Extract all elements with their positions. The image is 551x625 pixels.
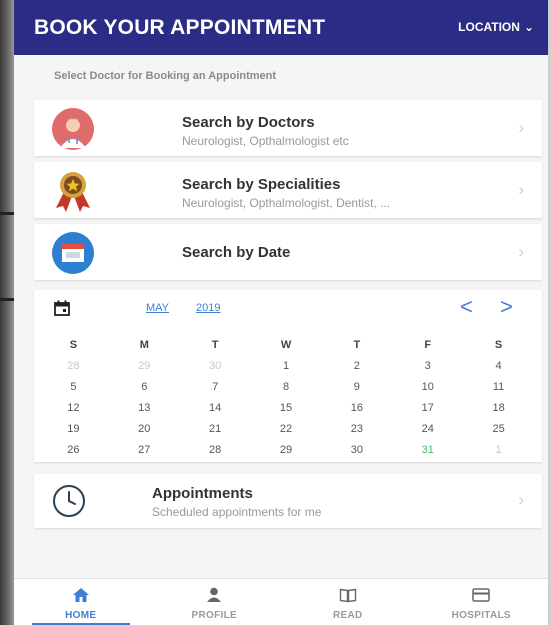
- clock-icon: [53, 485, 85, 517]
- profile-icon: [207, 587, 222, 602]
- calendar-day[interactable]: 29: [251, 444, 322, 456]
- menu-item-title: Search by Date: [182, 244, 291, 261]
- home-icon: [72, 588, 89, 602]
- calendar-day[interactable]: 4: [463, 360, 534, 372]
- bottom-navigation: HOME PROFILE READ HOSPITALS: [14, 578, 548, 625]
- calendar-day[interactable]: 16: [321, 402, 392, 414]
- nav-read[interactable]: READ: [281, 579, 415, 625]
- prev-month-button[interactable]: <: [460, 294, 473, 320]
- appointments-subtitle: Scheduled appointments for me: [152, 505, 322, 519]
- calendar-week-row: 28 29 30 1 2 3 4: [38, 355, 534, 376]
- menu-item-title: Search by Specialities: [182, 176, 341, 193]
- calendar-weekday: S: [69, 338, 78, 351]
- location-label: LOCATION: [458, 20, 520, 34]
- calendar-day[interactable]: 15: [251, 402, 322, 414]
- calendar-day[interactable]: 28: [38, 360, 109, 372]
- doctor-icon: [52, 108, 94, 150]
- search-by-date-item[interactable]: Search by Date ›: [34, 224, 542, 280]
- calendar-day[interactable]: 20: [109, 423, 180, 435]
- calendar-day[interactable]: 8: [251, 381, 322, 393]
- calendar-day[interactable]: 23: [321, 423, 392, 435]
- calendar-day[interactable]: 6: [109, 381, 180, 393]
- nav-hospitals[interactable]: HOSPITALS: [415, 579, 549, 625]
- calendar-day[interactable]: 1: [463, 444, 534, 456]
- calendar-day[interactable]: 3: [392, 360, 463, 372]
- calendar-weekday: S: [494, 338, 503, 351]
- calendar-weekday: M: [139, 338, 149, 351]
- menu-item-title: Search by Doctors: [182, 114, 315, 131]
- book-icon: [339, 588, 356, 603]
- calendar-day[interactable]: 21: [180, 423, 251, 435]
- phone-screen: BOOK YOUR APPOINTMENT LOCATION ⌄ Select …: [14, 0, 548, 625]
- calendar-weekday: F: [424, 338, 432, 351]
- nav-label: READ: [332, 610, 363, 621]
- page-title: BOOK YOUR APPOINTMENT: [34, 16, 326, 39]
- calendar-day[interactable]: 30: [321, 444, 392, 456]
- calendar-day[interactable]: 18: [463, 402, 534, 414]
- nav-profile[interactable]: PROFILE: [148, 579, 282, 625]
- calendar-day[interactable]: 12: [38, 402, 109, 414]
- location-dropdown[interactable]: LOCATION ⌄: [458, 20, 534, 34]
- chevron-right-icon: ›: [518, 490, 524, 509]
- calendar-day[interactable]: 24: [392, 423, 463, 435]
- calendar-weekday: T: [353, 338, 361, 351]
- calendar-day[interactable]: 7: [180, 381, 251, 393]
- calendar-weekday: W: [280, 338, 292, 351]
- calendar-month[interactable]: MAY: [146, 302, 169, 314]
- device-frame-left: [0, 0, 14, 625]
- app-bar: BOOK YOUR APPOINTMENT LOCATION ⌄: [14, 0, 548, 55]
- calendar-day[interactable]: 5: [38, 381, 109, 393]
- chevron-right-icon: ›: [518, 242, 524, 261]
- award-ribbon-icon: [56, 172, 90, 212]
- calendar-weekday-row: SMTWTFS: [38, 334, 534, 355]
- menu-item-subtitle: Neurologist, Opthalmologist etc: [182, 134, 349, 148]
- calendar-weekday: T: [211, 338, 219, 351]
- calendar-day[interactable]: 27: [109, 444, 180, 456]
- calendar-day[interactable]: 13: [109, 402, 180, 414]
- calendar-day[interactable]: 28: [180, 444, 251, 456]
- calendar-day[interactable]: 11: [463, 381, 534, 393]
- calendar-week-row: 12 13 14 15 16 17 18: [38, 397, 534, 418]
- appointments-title: Appointments: [152, 485, 253, 502]
- calendar-day[interactable]: 22: [251, 423, 322, 435]
- appointments-item[interactable]: Appointments Scheduled appointments for …: [34, 474, 542, 528]
- calendar-week-row: 26 27 28 29 30 31 1: [38, 439, 534, 460]
- nav-label: PROFILE: [191, 610, 237, 621]
- calendar-grid: S M T W T F S 28 29 30 1 2 3 4 5 6 7 8 9 10 11 12 13 14 15 16 17 18…: [38, 334, 534, 460]
- nav-home[interactable]: HOME: [14, 579, 148, 625]
- calendar-year[interactable]: 2019: [196, 302, 220, 314]
- search-by-doctors-item[interactable]: Search by Doctors Neurologist, Opthalmol…: [34, 100, 542, 156]
- calendar-day[interactable]: 9: [321, 381, 392, 393]
- calendar-day[interactable]: 31: [392, 444, 463, 456]
- calendar-day[interactable]: 10: [392, 381, 463, 393]
- calendar-day[interactable]: 14: [180, 402, 251, 414]
- calendar-day[interactable]: 17: [392, 402, 463, 414]
- chevron-down-icon: ⌄: [523, 20, 534, 34]
- nav-label: HOME: [65, 610, 97, 621]
- calendar-week-row: 19 20 21 22 23 24 25: [38, 418, 534, 439]
- calendar-day[interactable]: 25: [463, 423, 534, 435]
- chevron-right-icon: ›: [518, 118, 524, 137]
- nav-label: HOSPITALS: [451, 610, 511, 621]
- calendar-day[interactable]: 29: [109, 360, 180, 372]
- next-month-button[interactable]: >: [500, 294, 513, 320]
- calendar-day[interactable]: 19: [38, 423, 109, 435]
- hospital-card-icon: [472, 588, 490, 602]
- calendar: MAY 2019 < > S M T W T F S 28 29 30 1 2 3 4 5 6 7 8 9 10 11 1…: [34, 290, 542, 462]
- calendar-day[interactable]: 2: [321, 360, 392, 372]
- search-by-specialities-item[interactable]: Search by Specialities Neurologist, Opth…: [34, 162, 542, 218]
- chevron-right-icon: ›: [518, 180, 524, 199]
- calendar-small-icon: [54, 300, 70, 316]
- calendar-day[interactable]: 30: [180, 360, 251, 372]
- section-label: Select Doctor for Booking an Appointment: [54, 70, 277, 82]
- calendar-icon: [52, 232, 94, 274]
- calendar-day[interactable]: 26: [38, 444, 109, 456]
- calendar-day[interactable]: 1: [251, 360, 322, 372]
- menu-item-subtitle: Neurologist, Opthalmologist, Dentist, ..…: [182, 196, 391, 210]
- calendar-week-row: 5 6 7 8 9 10 11: [38, 376, 534, 397]
